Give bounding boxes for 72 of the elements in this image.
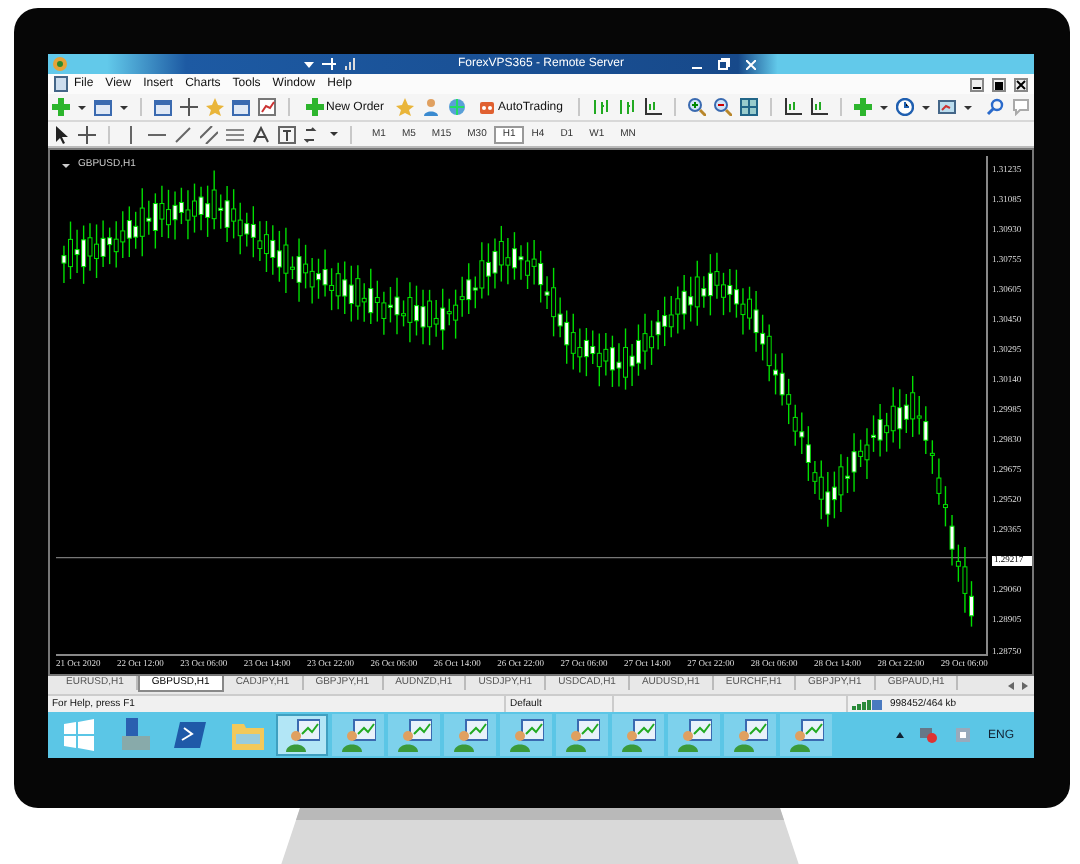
taskbar-button[interactable] (668, 714, 720, 756)
zoom-out-icon[interactable] (714, 98, 733, 116)
star-icon[interactable] (206, 98, 224, 116)
server-icon (117, 718, 151, 752)
taskbar-button[interactable] (444, 714, 496, 756)
person-chart-icon (677, 718, 711, 752)
line-chart-icon[interactable] (644, 98, 663, 116)
zoom-in-icon[interactable] (688, 98, 707, 116)
close-icon[interactable] (1014, 77, 1028, 91)
connection-bars-icon (852, 699, 882, 709)
person-chart-icon (397, 718, 431, 752)
arrows-icon[interactable] (304, 125, 322, 143)
caret-icon[interactable] (330, 132, 338, 136)
person-chart-icon (621, 718, 655, 752)
caret-icon[interactable] (78, 105, 86, 109)
taskbar-button[interactable] (724, 714, 776, 756)
robot-icon[interactable] (478, 98, 497, 116)
text-label-icon[interactable] (278, 125, 296, 143)
globe-icon[interactable] (448, 98, 467, 116)
app-logo-icon (52, 56, 68, 72)
chart-icon[interactable] (258, 98, 276, 116)
bar-chart-icon[interactable] (592, 98, 611, 116)
scroll-right-icon[interactable] (1022, 681, 1028, 689)
person-chart-icon (733, 718, 767, 752)
trendline-icon[interactable] (174, 125, 192, 143)
person-chart-icon (509, 718, 543, 752)
window-icon[interactable] (232, 98, 250, 116)
shell-icon (173, 718, 207, 752)
scroll-left-icon[interactable] (1008, 681, 1014, 689)
grid-icon[interactable] (740, 98, 759, 116)
person-chart-icon (341, 718, 375, 752)
pin-icon[interactable] (322, 58, 336, 70)
document-icon (54, 76, 68, 92)
text-icon[interactable] (252, 125, 270, 143)
folder-icon (229, 718, 263, 752)
taskbar-button[interactable] (556, 714, 608, 756)
taskbar-button[interactable] (500, 714, 552, 756)
dropdown-icon[interactable] (304, 59, 314, 69)
person-chart-icon (453, 718, 487, 752)
caret-icon[interactable] (922, 105, 931, 109)
crosshair-icon[interactable] (180, 98, 198, 116)
restore-icon[interactable] (992, 77, 1006, 91)
window-icon[interactable] (94, 98, 112, 116)
person-icon[interactable] (422, 98, 441, 116)
star-icon[interactable] (396, 98, 415, 116)
person-chart-icon (789, 718, 823, 752)
search-icon[interactable] (986, 98, 1004, 116)
chart-shift-icon[interactable] (784, 98, 803, 116)
caret-icon[interactable] (120, 105, 128, 109)
person-chart-icon (285, 718, 319, 752)
candlestick-icon[interactable] (618, 98, 637, 116)
caret-icon[interactable] (62, 163, 70, 167)
taskbar-button[interactable] (276, 714, 328, 756)
crosshair-icon[interactable] (78, 125, 96, 143)
channel-icon[interactable] (200, 125, 218, 143)
signal-icon (344, 58, 356, 70)
taskbar-button[interactable] (780, 714, 832, 756)
cursor-icon[interactable] (52, 125, 70, 143)
person-chart-icon (565, 718, 599, 752)
windows-logo-icon (61, 718, 95, 752)
clock-icon[interactable] (896, 98, 915, 116)
taskbar-button[interactable] (388, 714, 440, 756)
chart-shift-icon[interactable] (810, 98, 829, 116)
taskbar-button[interactable] (332, 714, 384, 756)
minimize-icon[interactable] (970, 77, 984, 91)
window-icon[interactable] (154, 98, 172, 116)
taskbar-button[interactable] (612, 714, 664, 756)
chevron-up-icon[interactable] (895, 732, 904, 738)
caret-icon[interactable] (880, 105, 889, 109)
caret-icon[interactable] (964, 105, 973, 109)
template-icon[interactable] (938, 98, 957, 116)
fibonacci-icon[interactable] (226, 125, 244, 143)
